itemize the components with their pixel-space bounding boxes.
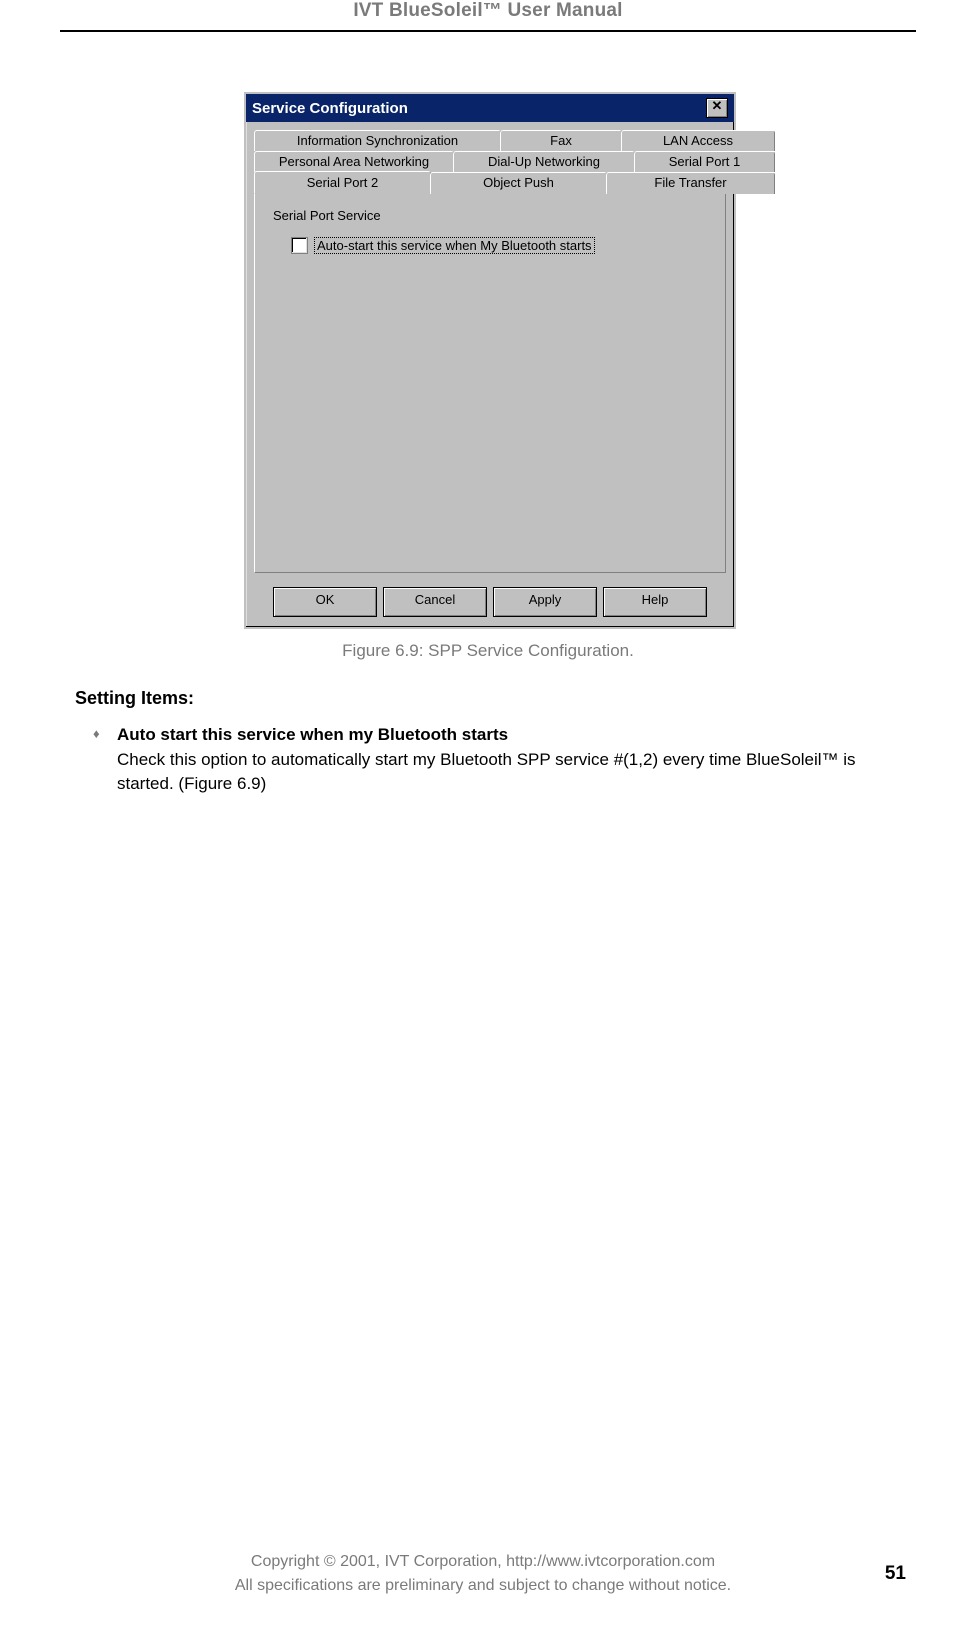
section-heading: Setting Items: <box>75 685 901 711</box>
cancel-button[interactable]: Cancel <box>383 587 487 617</box>
tab-lan-access[interactable]: LAN Access <box>621 130 775 151</box>
tab-file-transfer[interactable]: File Transfer <box>606 172 775 194</box>
setting-item: Auto start this service when my Bluetoot… <box>93 723 901 797</box>
close-button[interactable]: ✕ <box>706 98 728 118</box>
page-number: 51 <box>866 1563 906 1585</box>
tab-serial-port-1[interactable]: Serial Port 1 <box>634 151 775 172</box>
page-footer: Copyright © 2001, IVT Corporation, http:… <box>0 1550 976 1598</box>
close-icon: ✕ <box>712 98 723 113</box>
groupbox-label: Serial Port Service <box>273 208 707 223</box>
body-text: Setting Items: Auto start this service w… <box>75 685 901 797</box>
dialog-button-row: OK Cancel Apply Help <box>246 581 734 627</box>
footer-copyright: Copyright © 2001, IVT Corporation, http:… <box>251 1553 715 1570</box>
autostart-checkbox[interactable] <box>291 237 308 254</box>
figure-dialog-screenshot: Service Configuration ✕ Information Sync… <box>244 92 732 661</box>
footer-disclaimer: All specifications are preliminary and s… <box>235 1577 731 1594</box>
page-header-title: IVT BlueSoleil™ User Manual <box>0 0 976 30</box>
dialog-title-text: Service Configuration <box>252 100 408 117</box>
tab-serial-port-2[interactable]: Serial Port 2 <box>254 171 431 194</box>
apply-button[interactable]: Apply <box>493 587 597 617</box>
figure-caption: Figure 6.9: SPP Service Configuration. <box>244 641 732 661</box>
service-config-dialog: Service Configuration ✕ Information Sync… <box>244 92 736 629</box>
autostart-checkbox-label[interactable]: Auto-start this service when My Bluetoot… <box>314 237 595 254</box>
ok-button[interactable]: OK <box>273 587 377 617</box>
tab-info-sync[interactable]: Information Synchronization <box>254 130 501 151</box>
setting-item-body: Check this option to automatically start… <box>117 750 856 794</box>
tab-page-serial-port-2: Serial Port Service Auto-start this serv… <box>254 193 726 573</box>
help-button[interactable]: Help <box>603 587 707 617</box>
tab-control: Information Synchronization Fax LAN Acce… <box>254 130 726 573</box>
tab-object-push[interactable]: Object Push <box>430 172 607 194</box>
tab-pan[interactable]: Personal Area Networking <box>254 151 454 172</box>
header-rule <box>60 30 916 32</box>
tab-dun[interactable]: Dial-Up Networking <box>453 151 635 172</box>
dialog-titlebar[interactable]: Service Configuration ✕ <box>246 94 734 122</box>
setting-item-title: Auto start this service when my Bluetoot… <box>117 725 508 744</box>
tab-fax[interactable]: Fax <box>500 130 622 151</box>
